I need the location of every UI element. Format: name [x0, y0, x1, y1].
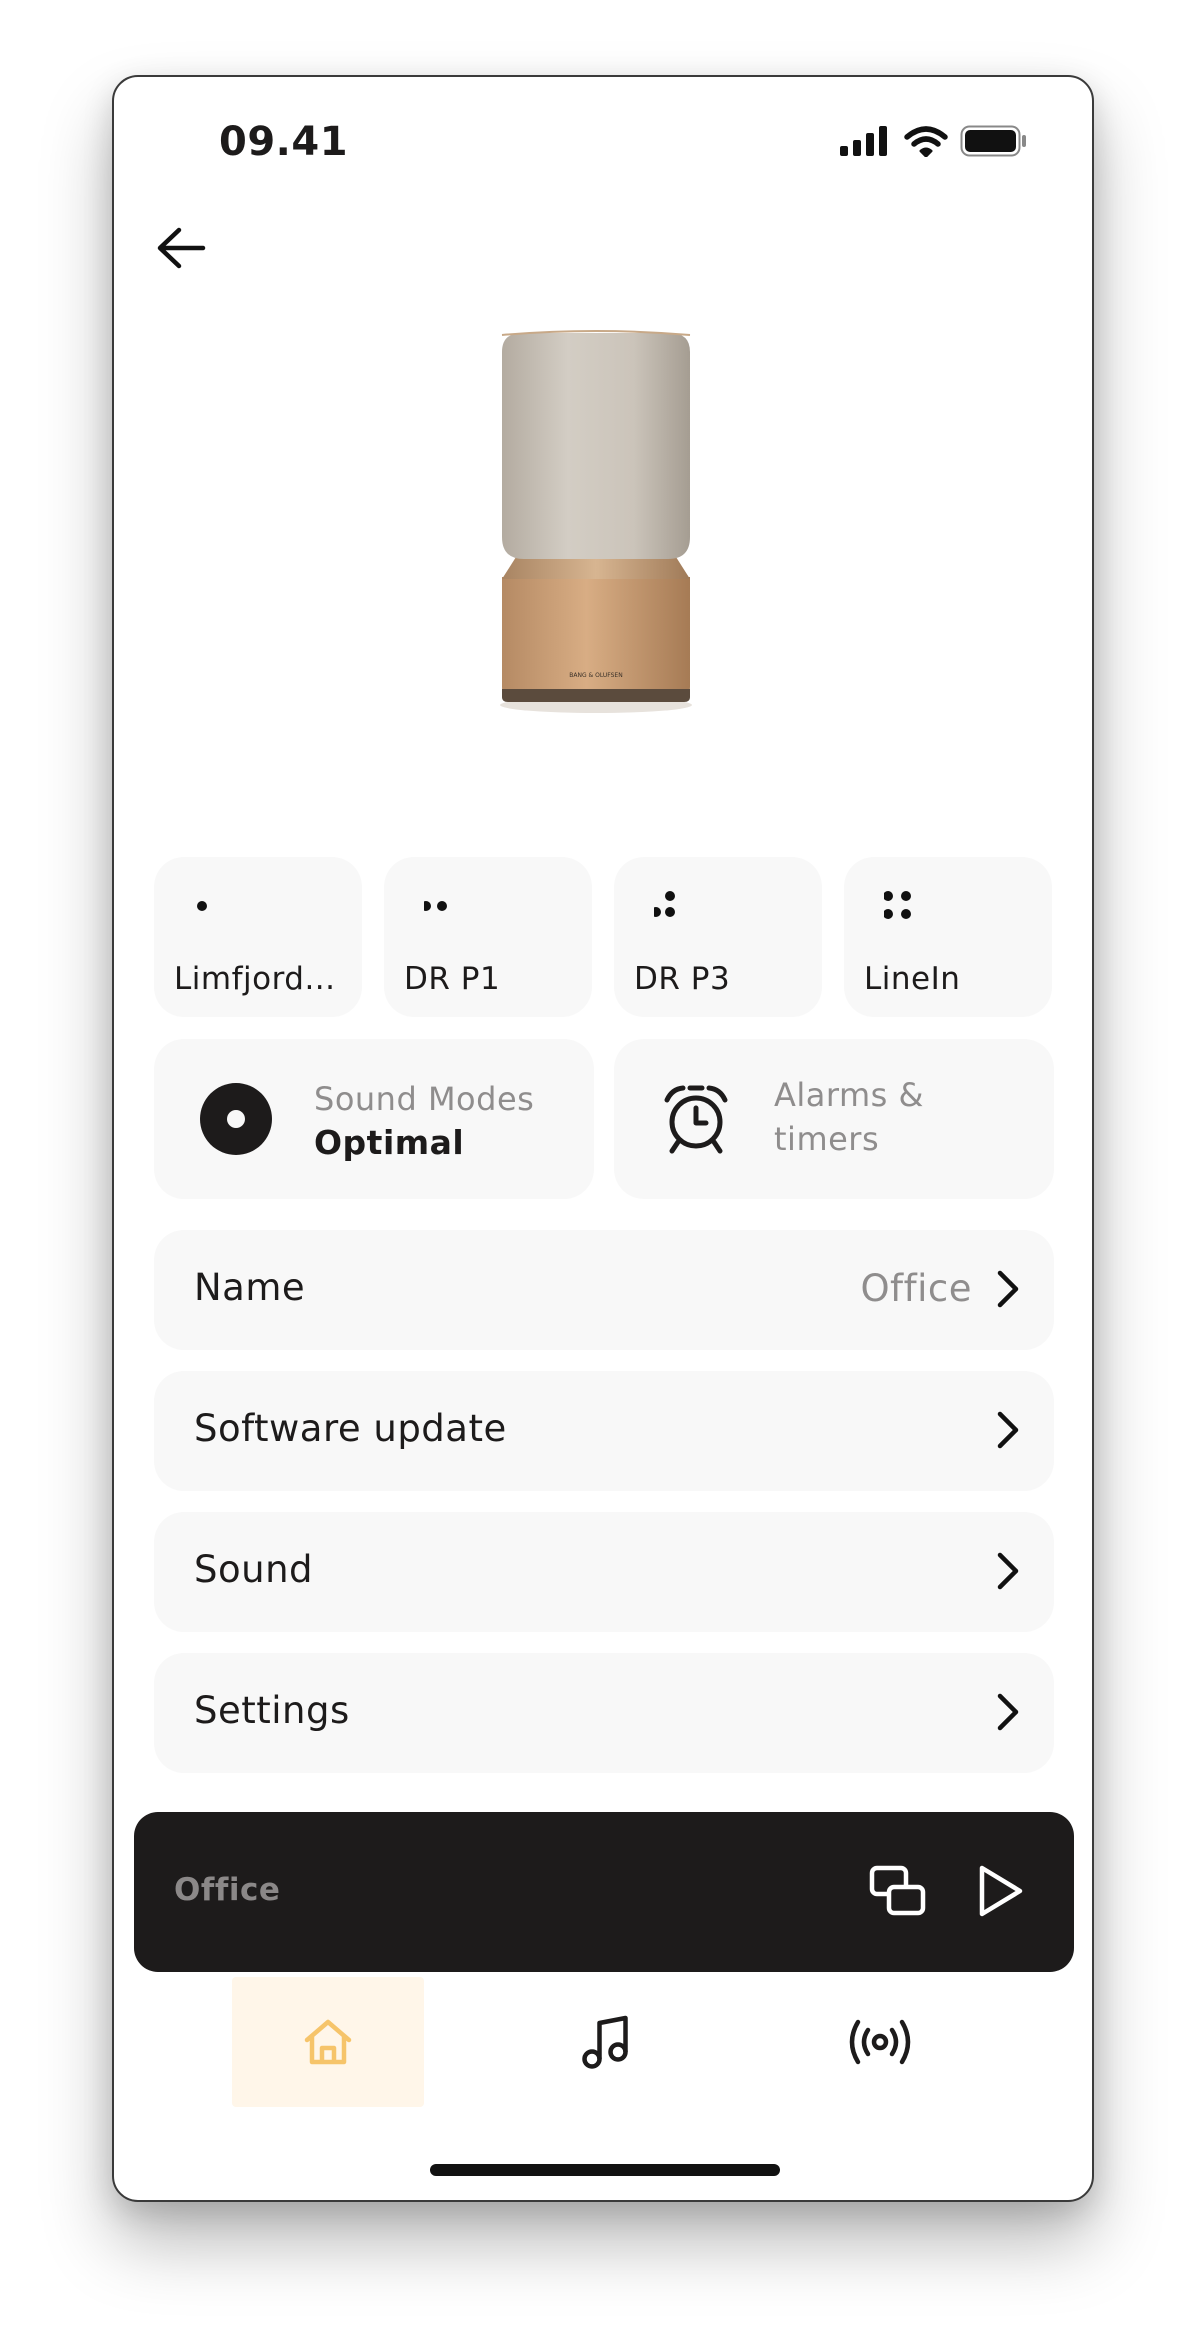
cellular-signal-icon: [840, 126, 887, 156]
row-label: Software update: [194, 1407, 507, 1450]
nav-home[interactable]: [232, 1977, 424, 2107]
preset-label: DR P3: [634, 961, 731, 997]
sound-modes-value: Optimal: [314, 1123, 465, 1162]
mini-player[interactable]: Office: [134, 1812, 1074, 1972]
name-row[interactable]: Name Office: [154, 1230, 1054, 1350]
disc-icon: [200, 1083, 272, 1155]
sound-modes-card[interactable]: Sound Modes Optimal: [154, 1039, 594, 1199]
preset-label: DR P1: [404, 961, 501, 997]
alarms-title: Alarms & timers: [774, 1076, 924, 1158]
nav-music[interactable]: [509, 1977, 701, 2107]
home-icon: [304, 2019, 352, 2065]
row-label: Settings: [194, 1689, 350, 1732]
row-label: Sound: [194, 1548, 314, 1591]
wifi-icon: [904, 126, 948, 157]
battery-icon: [960, 125, 1026, 157]
preset-tile-4[interactable]: LineIn: [844, 857, 1052, 1017]
preset-tile-3[interactable]: DR P3: [614, 857, 822, 1017]
arrow-left-icon: [157, 227, 206, 269]
home-indicator[interactable]: [430, 2164, 780, 2176]
nav-radio[interactable]: [784, 1977, 976, 2107]
alarm-clock-icon: [664, 1085, 728, 1154]
chevron-right-icon: [997, 1270, 1019, 1308]
software-update-row[interactable]: Software update: [154, 1371, 1054, 1491]
alarms-card[interactable]: Alarms & timers: [614, 1039, 1054, 1199]
speaker-image: BANG & OLUFSEN: [496, 327, 696, 721]
status-icons: [840, 125, 1028, 157]
multiroom-icon[interactable]: [869, 1865, 927, 1917]
settings-row[interactable]: Settings: [154, 1653, 1054, 1773]
status-time: 09.41: [219, 119, 349, 165]
preset-tile-2[interactable]: DR P1: [384, 857, 592, 1017]
back-button[interactable]: [150, 217, 212, 279]
one-dot-icon: [197, 901, 207, 911]
preset-label: Limfjord...: [174, 961, 336, 997]
sound-modes-title: Sound Modes: [314, 1080, 535, 1118]
preset-label: LineIn: [864, 961, 961, 997]
svg-text:BANG & OLUFSEN: BANG & OLUFSEN: [569, 672, 622, 679]
preset-tile-1[interactable]: Limfjord...: [154, 857, 362, 1017]
two-dots-icon: [424, 901, 447, 911]
play-icon[interactable]: [977, 1863, 1025, 1919]
phone-screen: 09.41 BANG & OLUFSEN Limfjord... DR P1 D…: [112, 75, 1094, 2202]
player-room-name: Office: [174, 1872, 281, 1908]
chevron-right-icon: [997, 1411, 1019, 1449]
music-note-icon: [582, 2015, 628, 2069]
four-dots-icon: [884, 891, 911, 919]
chevron-right-icon: [997, 1552, 1019, 1590]
row-value: Office: [860, 1267, 972, 1310]
sound-row[interactable]: Sound: [154, 1512, 1054, 1632]
row-label: Name: [194, 1266, 306, 1309]
chevron-right-icon: [997, 1693, 1019, 1731]
three-dots-icon: [654, 891, 675, 917]
broadcast-icon: [849, 2019, 911, 2065]
